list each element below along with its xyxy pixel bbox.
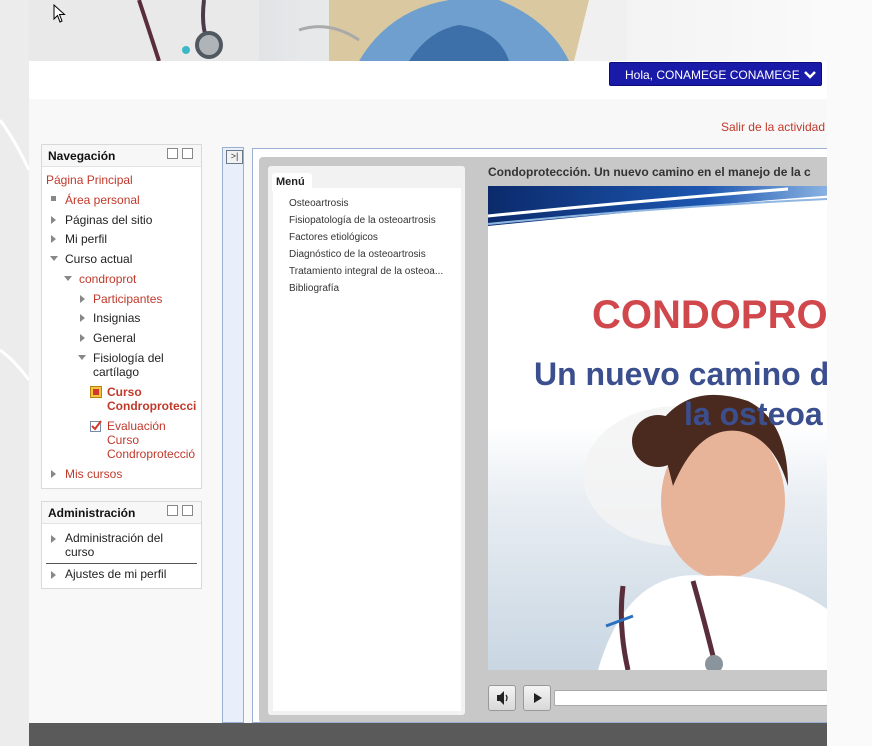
nav-evaluacion-l3[interactable]: Condroprotecció	[107, 447, 199, 461]
collapse-arrow-icon[interactable]	[78, 355, 86, 360]
chevron-down-icon	[803, 63, 817, 87]
nav-mis-cursos[interactable]: Mis cursos	[65, 467, 122, 481]
dock-icon[interactable]	[182, 505, 193, 516]
nav-general[interactable]: General	[93, 331, 136, 345]
banner-image	[29, 0, 827, 61]
menu-item[interactable]: Diagnóstico de la osteoartrosis	[289, 249, 426, 260]
menu-tab[interactable]: Menú	[272, 173, 312, 191]
nav-insignias[interactable]: Insignias	[93, 311, 140, 325]
nav-participantes[interactable]: Participantes	[93, 292, 162, 306]
nav-fisiologia-l2[interactable]: cartílago	[93, 365, 139, 379]
expand-arrow-icon[interactable]	[51, 535, 56, 543]
slide-title: Condoprotección. Un nuevo camino en el m…	[488, 165, 811, 179]
menu-item[interactable]: Bibliografía	[289, 283, 339, 294]
course-page: Hola, CONAMEGE CONAMEGE Salir de la acti…	[29, 0, 827, 746]
player-frame: Osteoartrosis Fisiopatología de la osteo…	[259, 157, 827, 722]
dock-expand-icon[interactable]: >|	[226, 150, 243, 164]
page-right-margin	[827, 0, 872, 746]
navigation-block-title: Navegación	[48, 149, 116, 163]
menu-item[interactable]: Tratamiento integral de la osteoa...	[289, 266, 443, 277]
expand-arrow-icon[interactable]	[51, 470, 56, 478]
progress-bar[interactable]	[554, 690, 827, 706]
mouse-cursor-icon	[53, 4, 66, 23]
admin-ajustes-perfil[interactable]: Ajustes de mi perfil	[65, 567, 166, 581]
player-controls	[488, 685, 827, 715]
expand-arrow-icon[interactable]	[80, 314, 85, 322]
nav-area-personal[interactable]: Área personal	[65, 193, 140, 207]
exit-activity-link[interactable]: Salir de la actividad	[721, 120, 825, 134]
collapse-icon[interactable]	[167, 148, 178, 159]
navigation-block: Navegación Página Principal Área persona…	[41, 144, 202, 489]
nav-evaluacion-l1[interactable]: Evaluación	[107, 419, 166, 433]
collapse-arrow-icon[interactable]	[64, 276, 72, 281]
nav-curso-l1[interactable]: Curso	[107, 385, 142, 399]
administration-block: Administración Administración del curso …	[41, 501, 202, 589]
collapse-arrow-icon[interactable]	[50, 256, 58, 261]
slide-subheading-line1: Un nuevo camino d	[534, 356, 827, 392]
menu-item[interactable]: Fisiopatología de la osteoartrosis	[289, 215, 436, 226]
nav-home-link[interactable]: Página Principal	[46, 173, 133, 187]
admin-curso-l2[interactable]: curso	[65, 545, 94, 559]
nav-fisiologia-l1[interactable]: Fisiología del	[93, 351, 164, 365]
nav-paginas-sitio[interactable]: Páginas del sitio	[65, 213, 152, 227]
player-menu-panel: Osteoartrosis Fisiopatología de la osteo…	[268, 166, 465, 715]
expand-arrow-icon[interactable]	[51, 216, 56, 224]
nav-curso-actual[interactable]: Curso actual	[65, 252, 132, 266]
user-menu-button[interactable]: Hola, CONAMEGE CONAMEGE	[609, 62, 822, 86]
header-banner	[29, 0, 827, 61]
slide-heading: CONDOPRO	[592, 293, 827, 337]
administration-block-header: Administración	[42, 502, 201, 524]
nav-curso-l2[interactable]: Condroprotecci	[107, 399, 199, 413]
expand-arrow-icon[interactable]	[80, 334, 85, 342]
collapse-icon[interactable]	[167, 505, 178, 516]
expand-arrow-icon[interactable]	[51, 235, 56, 243]
speaker-icon[interactable]	[488, 685, 516, 711]
menu-list: Osteoartrosis Fisiopatología de la osteo…	[273, 188, 461, 711]
user-menu-label: Hola, CONAMEGE CONAMEGE	[625, 68, 800, 82]
nav-condroprot[interactable]: condroprot	[79, 272, 136, 286]
scorm-package-icon	[90, 385, 102, 398]
footer-bar	[29, 723, 827, 746]
nav-evaluacion-l2[interactable]: Curso	[107, 433, 139, 447]
nav-mi-perfil[interactable]: Mi perfil	[65, 232, 107, 246]
dock-icon[interactable]	[182, 148, 193, 159]
divider	[46, 563, 197, 564]
menu-item[interactable]: Osteoartrosis	[289, 198, 348, 209]
menu-item[interactable]: Factores etiológicos	[289, 232, 378, 243]
admin-curso-l1[interactable]: Administración del	[65, 531, 163, 545]
expand-arrow-icon[interactable]	[51, 571, 56, 579]
navigation-block-header: Navegación	[42, 145, 201, 167]
scorm-player: Osteoartrosis Fisiopatología de la osteo…	[252, 148, 827, 723]
side-dock: >|	[222, 147, 244, 723]
bullet-icon	[51, 196, 56, 201]
slide-subheading-line2: la osteoa	[684, 396, 823, 432]
play-icon[interactable]	[523, 685, 551, 711]
administration-block-title: Administración	[48, 506, 136, 520]
slide-content: CONDOPRO Un nuevo camino d la osteoa	[488, 186, 827, 670]
expand-arrow-icon[interactable]	[80, 295, 85, 303]
quiz-icon	[90, 419, 102, 432]
